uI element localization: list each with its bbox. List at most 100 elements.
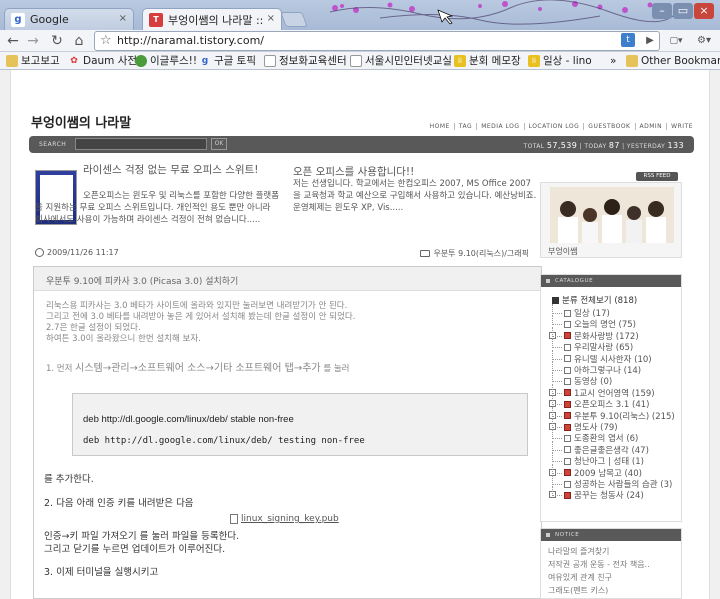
tree-branch-icon [552,326,562,337]
other-bookmarks-button[interactable]: Other Bookmarks [626,53,720,69]
category-folder-icon [564,446,571,454]
notice-item[interactable]: 여유있게 관계 친구 [548,572,612,583]
play-button[interactable]: ▶ [641,32,659,50]
category-folder-icon [564,491,571,499]
blog-top-nav: HOME TAG MEDIA LOG LOCATION LOG GUESTBOO… [426,123,697,130]
springnote-icon: li [528,55,540,67]
search-input[interactable] [75,138,207,150]
maximize-button[interactable]: ▭ [673,3,693,19]
bookmark-item[interactable]: 이글루스!! [135,53,197,69]
minimize-button[interactable]: – [652,3,672,19]
tab-google[interactable]: g Google × [4,8,134,30]
folder-icon [626,55,638,67]
post-paragraph: 를 추가한다. [44,474,94,485]
nav-media-log[interactable]: MEDIA LOG [476,123,523,130]
browser-toolbar: ← → ↻ ⌂ ☆ http://naramal.tistory.com/ t … [0,30,720,52]
category-item[interactable]: 청난아그 | 성태 (1) [552,452,644,468]
tree-branch-icon [552,418,562,428]
bookmark-item[interactable]: 보고보고 [6,53,60,69]
visitor-counter: TOTAL 57,539 | TODAY 87 | YESTERDAY 133 [523,141,684,150]
tab-tistory[interactable]: T 부엉이쌤의 나라말 :: × [142,8,282,30]
ad-body: 오픈오피스는 윈도우 및 리눅스를 포함한 다양한 플랫폼을 지원하는 무료 오… [35,191,280,225]
page-icon [264,55,276,67]
folder-icon [420,250,431,257]
post-paragraph: 3. 이제 터미널을 실행시키고 [44,567,159,578]
nav-location-log[interactable]: LOCATION LOG [523,123,584,130]
bookmarks-overflow-button[interactable]: » [610,53,616,69]
notice-item[interactable]: 나라말의 즐겨찾기 [548,546,609,557]
tree-branch-icon [552,304,562,314]
tree-branch-icon [552,429,562,440]
category-folder-icon [564,366,571,374]
category-folder-icon [564,343,571,351]
bookmarks-bar: 보고보고 ✿ Daum 사전 이글루스!! g 구글 토픽 정보화교육센터 서울시민… [0,52,720,70]
tree-root-icon [552,296,559,304]
category-item[interactable]: 2009 남목고 (40) [549,463,642,479]
notice-item[interactable]: 저작권 공개 운동 - 전자 책음.. [548,559,650,570]
bookmark-item[interactable]: ✿ Daum 사전 [68,53,137,69]
category-folder-icon [564,320,571,328]
search-ok-button[interactable]: OK [211,138,227,150]
bookmark-star-icon[interactable]: ☆ [100,32,112,50]
tree-branch-icon [552,486,562,497]
category-item[interactable]: 아하그렇구나 (14) [552,361,642,376]
post-title[interactable]: 우분투 9.10에 피카사 3.0 (Picasa 3.0) 설치하기 [46,274,238,287]
nav-guestbook[interactable]: GUESTBOOK [583,123,634,130]
category-item[interactable]: 우분투 9.10(리눅스) (215) [549,406,675,422]
rss-feed-button[interactable]: RSS FEED [636,172,678,181]
category-item[interactable]: 좋은글좋은생각 (47) [552,440,649,456]
address-bar[interactable]: ☆ http://naramal.tistory.com/ [94,31,660,51]
ad-title[interactable]: 오픈 오피스를 사용합니다!! [293,164,543,179]
category-item[interactable]: 오픈오피스 3.1 (41) [548,395,649,410]
category-item[interactable]: 오늘의 명언 (75) [552,315,636,330]
google-icon: g [201,56,209,66]
category-item[interactable]: 꿈꾸는 청동사 (24) [549,486,644,501]
code-line: deb http://dl.google.com/linux/deb/ stab… [83,414,294,425]
category-label: 명도사 (79) [574,423,618,433]
category-label: 성공하는 사람들의 습관 (3) [574,480,673,490]
tab-strip: g Google × T 부엉이쌤의 나라말 :: × – ▭ × [0,0,720,30]
nav-admin[interactable]: ADMIN [634,123,667,130]
back-button[interactable]: ← [4,32,22,50]
bookmark-item[interactable]: li 일상 - lino [528,53,592,69]
home-button[interactable]: ⌂ [70,32,88,50]
tree-branch-icon [552,349,562,360]
ad-title[interactable]: 라이센스 걱정 없는 무료 오피스 스위트! [83,164,279,177]
file-download-link[interactable]: linux_signing_key.pub [230,514,339,524]
forward-button[interactable]: → [24,32,42,50]
close-window-button[interactable]: × [694,3,714,19]
page-menu-button[interactable]: ▢▾ [664,32,688,50]
blog-title[interactable]: 부엉이쌤의 나라말 [31,112,131,131]
category-item[interactable]: 성공하는 사람들의 습관 (3) [552,475,673,490]
tree-branch-icon [552,361,562,371]
category-label: 청난아그 | 성태 (1) [574,457,644,468]
category-item[interactable]: 1교시 언어영역 (159) [549,383,655,399]
bookmark-item[interactable]: 서울시민인터넷교실 [350,53,452,69]
tab-close-icon[interactable]: × [267,13,275,24]
category-label: 아하그렇구나 (14) [574,366,642,376]
extension-button[interactable]: t [621,33,635,47]
bookmark-item[interactable]: 정보화교육센터 [264,53,347,69]
url-text: http://naramal.tistory.com/ [117,34,264,47]
category-item[interactable]: 유니텔 시사한자 (10) [552,349,652,365]
category-item[interactable]: 우리말사랑 (65) [552,338,633,353]
nav-write[interactable]: WRITE [666,123,697,130]
nav-tag[interactable]: TAG [453,123,476,130]
bookmark-item[interactable]: li 분회 메모장 [454,53,521,69]
tree-branch-icon [552,475,562,485]
post-step-1: 1. 먼저 시스템→관리→소프트웨어 소스→기타 소프트웨어 탭→추가 를 눌러 [46,363,350,374]
wrench-menu-button[interactable]: ⚙▾ [692,32,716,50]
notice-item[interactable]: 그래도(펜트 키스) [548,585,608,596]
category-folder-icon [564,400,571,408]
reload-button[interactable]: ↻ [48,32,66,50]
category-item[interactable]: 도종환의 엽서 (6) [552,429,638,444]
category-folder-icon [564,389,571,397]
category-label: 좋은글좋은생각 (47) [574,445,649,456]
category-root[interactable]: 분류 전체보기 (818) [552,294,637,306]
category-item[interactable]: 문화사랑방 (172) [549,326,639,342]
post-paragraph: 2. 다음 아래 인증 키를 내려받은 다음 [44,498,194,509]
bookmark-item[interactable]: g 구글 토픽 [199,53,256,69]
nav-home[interactable]: HOME [426,123,454,130]
tab-close-icon[interactable]: × [119,13,127,24]
post-category[interactable]: 우분투 9.10(리눅스)/그래픽 [420,248,529,259]
